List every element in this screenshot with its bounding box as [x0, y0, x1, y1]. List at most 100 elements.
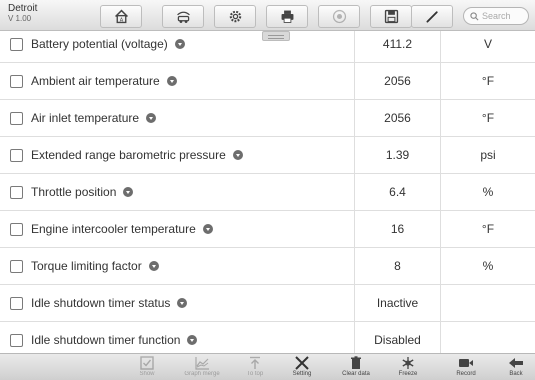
- settings-button[interactable]: [214, 5, 256, 28]
- show-icon: [140, 356, 154, 370]
- svg-text:A: A: [119, 18, 123, 24]
- print-button[interactable]: [266, 5, 308, 28]
- parameter-name: Air inlet temperature: [31, 111, 140, 125]
- unit-cell: °F: [440, 211, 535, 247]
- info-dropdown-icon[interactable]: [202, 224, 213, 234]
- table-row[interactable]: Engine intercooler temperature 16 °F: [0, 211, 535, 248]
- freeze-label: Freeze: [398, 371, 418, 377]
- freeze-button[interactable]: Freeze: [388, 356, 428, 380]
- to-top-icon: [250, 356, 260, 369]
- info-dropdown-icon[interactable]: [187, 335, 198, 345]
- record-label: Record: [456, 371, 476, 377]
- drag-handle[interactable]: [262, 31, 290, 41]
- live-data-table[interactable]: Battery potential (voltage) 411.2 V Ambi…: [0, 31, 535, 353]
- value-cell: 2056: [354, 63, 440, 99]
- table-row[interactable]: Ambient air temperature 2056 °F: [0, 63, 535, 100]
- info-dropdown-icon[interactable]: [174, 39, 185, 49]
- unit-cell: psi: [440, 137, 535, 173]
- info-dropdown-icon[interactable]: [232, 150, 243, 160]
- snowflake-icon: [402, 357, 414, 369]
- parameter-cell: Engine intercooler temperature: [0, 211, 354, 247]
- clear-data-label: Clear data: [342, 371, 370, 377]
- back-label: Back: [509, 371, 523, 377]
- to-top-button[interactable]: To top: [235, 356, 275, 380]
- vehicle-swap-button[interactable]: [162, 5, 204, 28]
- value-cell: Inactive: [354, 285, 440, 321]
- bottom-toolbar: Show Graph merge To top Setting Clear da…: [0, 353, 535, 380]
- value-cell: 16: [354, 211, 440, 247]
- unit-cell: °F: [440, 63, 535, 99]
- help-icon: [332, 9, 346, 24]
- parameter-name: Idle shutdown timer status: [31, 296, 171, 310]
- parameter-name: Throttle position: [31, 185, 117, 199]
- info-dropdown-icon[interactable]: [177, 298, 188, 308]
- home-icon: A: [114, 9, 128, 24]
- unit-cell: %: [440, 248, 535, 284]
- show-button[interactable]: Show: [127, 356, 167, 380]
- to-top-label: To top: [246, 371, 264, 377]
- graph-merge-icon: [195, 357, 209, 370]
- row-checkbox[interactable]: [10, 37, 23, 51]
- table-row[interactable]: Idle shutdown timer function Disabled: [0, 322, 535, 353]
- table-row[interactable]: Throttle position 6.4 %: [0, 174, 535, 211]
- vehicle-swap-icon: [176, 11, 190, 23]
- unit-cell: [440, 285, 535, 321]
- search-input[interactable]: [482, 11, 526, 21]
- info-dropdown-icon[interactable]: [166, 76, 177, 86]
- info-dropdown-icon[interactable]: [148, 261, 159, 271]
- parameter-cell: Air inlet temperature: [0, 100, 354, 136]
- row-checkbox[interactable]: [10, 259, 23, 273]
- row-checkbox[interactable]: [10, 74, 23, 88]
- table-row[interactable]: Extended range barometric pressure 1.39 …: [0, 137, 535, 174]
- record-button[interactable]: Record: [446, 356, 486, 380]
- pen-icon: [425, 11, 438, 23]
- value-cell: 1.39: [354, 137, 440, 173]
- info-dropdown-icon[interactable]: [146, 113, 157, 123]
- graph-merge-button[interactable]: Graph merge: [182, 356, 222, 380]
- value-cell: 411.2: [354, 31, 440, 62]
- parameter-cell: Battery potential (voltage): [0, 31, 354, 62]
- back-arrow-icon: [509, 358, 523, 368]
- unit-cell: V: [440, 31, 535, 62]
- row-checkbox[interactable]: [10, 185, 23, 199]
- setting-label: Setting: [292, 371, 312, 377]
- print-icon: [281, 10, 293, 23]
- value-cell: 6.4: [354, 174, 440, 210]
- app-brand: Detroit V 1.00: [8, 4, 37, 24]
- parameter-cell: Extended range barometric pressure: [0, 137, 354, 173]
- save-button[interactable]: [370, 5, 412, 28]
- parameter-name: Idle shutdown timer function: [31, 333, 181, 347]
- row-checkbox[interactable]: [10, 296, 23, 310]
- setting-button[interactable]: Setting: [282, 356, 322, 380]
- table-row[interactable]: Idle shutdown timer status Inactive: [0, 285, 535, 322]
- unit-cell: %: [440, 174, 535, 210]
- help-button[interactable]: [318, 5, 360, 28]
- settings-icon: [229, 10, 241, 23]
- home-button[interactable]: A: [100, 5, 142, 28]
- app-version: V 1.00: [8, 14, 32, 23]
- back-button[interactable]: Back: [496, 356, 535, 380]
- table-row[interactable]: Air inlet temperature 2056 °F: [0, 100, 535, 137]
- pen-button[interactable]: [411, 5, 453, 28]
- parameter-cell: Torque limiting factor: [0, 248, 354, 284]
- parameter-name: Torque limiting factor: [31, 259, 142, 273]
- trash-icon: [351, 356, 361, 369]
- parameter-name: Ambient air temperature: [31, 74, 160, 88]
- value-cell: Disabled: [354, 322, 440, 353]
- parameter-cell: Ambient air temperature: [0, 63, 354, 99]
- table-row[interactable]: Torque limiting factor 8 %: [0, 248, 535, 285]
- clear-data-button[interactable]: Clear data: [336, 356, 376, 380]
- row-checkbox[interactable]: [10, 148, 23, 162]
- value-cell: 2056: [354, 100, 440, 136]
- show-label: Show: [139, 371, 155, 377]
- parameter-name: Battery potential (voltage): [31, 37, 168, 51]
- unit-cell: [440, 322, 535, 353]
- row-checkbox[interactable]: [10, 111, 23, 125]
- top-toolbar: Detroit V 1.00 A: [0, 0, 535, 31]
- info-dropdown-icon[interactable]: [123, 187, 134, 197]
- search-box[interactable]: [463, 7, 529, 25]
- row-checkbox[interactable]: [10, 222, 23, 236]
- row-checkbox[interactable]: [10, 333, 23, 347]
- parameter-name: Engine intercooler temperature: [31, 222, 196, 236]
- value-cell: 8: [354, 248, 440, 284]
